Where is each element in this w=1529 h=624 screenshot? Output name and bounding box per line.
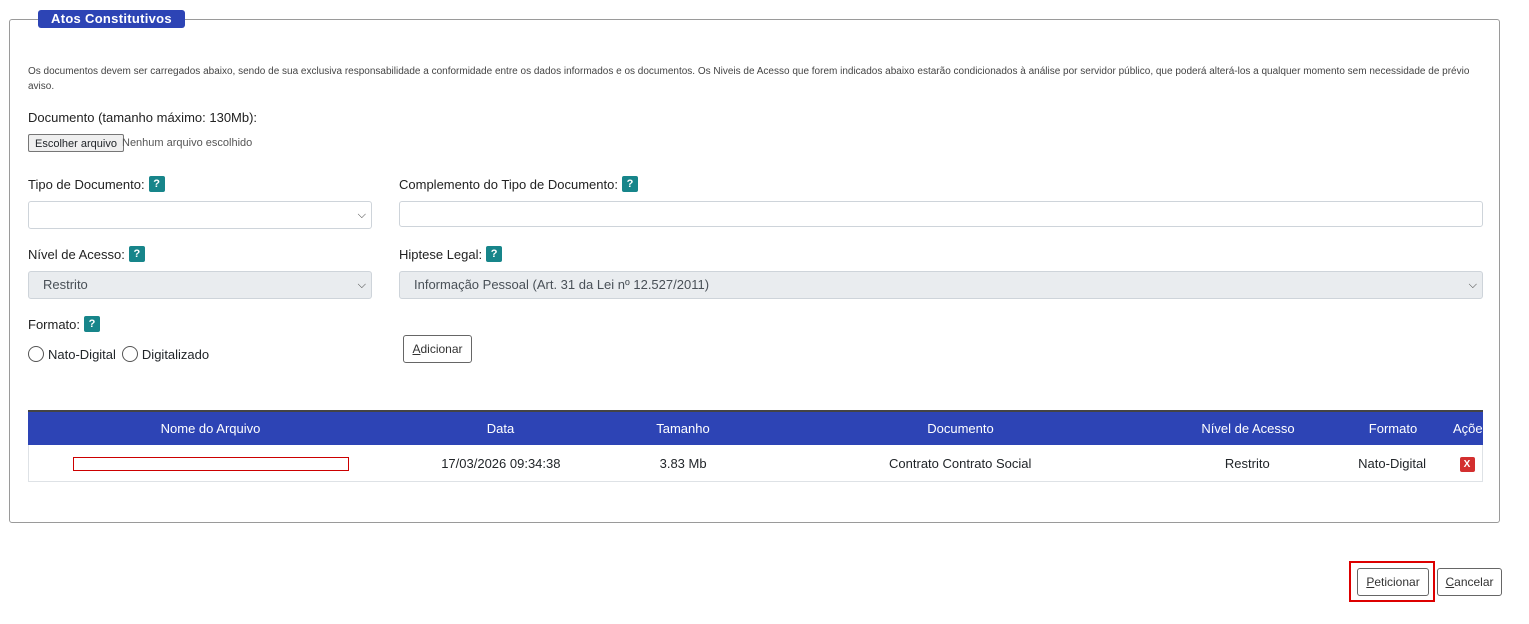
adicionar-label: dicionar xyxy=(420,342,463,356)
header-nivel: Nível de Acesso xyxy=(1201,421,1295,436)
cell-nivel: Restrito xyxy=(1224,455,1270,471)
complemento-label-text: Complemento do Tipo de Documento: xyxy=(399,176,618,192)
chevron-down-icon: ⌵ xyxy=(1468,279,1477,291)
upload-label: Documento (tamanho máximo: 130Mb): xyxy=(28,110,257,125)
nivel-acesso-value: Restrito xyxy=(43,277,88,292)
hipotese-legal-value: Informação Pessoal (Art. 31 da Lei nº 12… xyxy=(414,277,710,292)
formato-label-text: Formato: xyxy=(28,316,81,332)
nato-digital-label: Nato-Digital xyxy=(48,346,116,362)
nivel-acesso-label-text: Nível de Acesso: xyxy=(28,246,125,262)
file-status: Nenhum arquivo escolhido xyxy=(122,137,253,149)
nivel-acesso-select[interactable]: Restrito ⌵ xyxy=(28,271,372,299)
hipotese-legal-label: Hiptese Legal: ? xyxy=(399,246,503,262)
documents-table: Nome do Arquivo Data Tamanho Documento N… xyxy=(28,410,1490,482)
tipo-documento-label: Tipo de Documento: ? xyxy=(28,176,165,192)
cell-documento: Contrato Contrato Social xyxy=(889,455,1032,471)
digitalizado-label: Digitalizado xyxy=(141,346,210,362)
cell-data: 17/03/2026 09:34:38 xyxy=(441,455,561,471)
hipotese-legal-label-text: Hiptese Legal: xyxy=(399,246,483,262)
help-icon[interactable]: ? xyxy=(621,176,638,192)
nivel-acesso-label: Nível de Acesso: ? xyxy=(28,246,145,262)
adicionar-button[interactable]: Adicionar xyxy=(403,335,472,363)
notice-text: Os documentos devem ser carregados abaix… xyxy=(28,66,1470,92)
formato-label: Formato: ? xyxy=(28,316,101,332)
header-documento: Documento xyxy=(927,421,994,436)
complemento-label: Complemento do Tipo de Documento: ? xyxy=(399,176,638,192)
chevron-down-icon: ⌵ xyxy=(357,209,366,221)
cancelar-button[interactable]: Cancelar xyxy=(1437,568,1502,596)
choose-file-button[interactable]: Escolher arquivo xyxy=(28,134,124,152)
help-icon[interactable]: ? xyxy=(128,246,145,262)
complemento-input[interactable] xyxy=(399,201,1483,227)
nato-digital-radio[interactable] xyxy=(28,346,44,362)
help-icon[interactable]: ? xyxy=(84,316,101,332)
upload-label-text: Documento (tamanho máximo: 130Mb): xyxy=(28,110,258,125)
cancelar-accesskey: C xyxy=(1445,575,1455,589)
formato-radio-group: Nato-Digital Digitalizado xyxy=(28,346,209,362)
help-icon[interactable]: ? xyxy=(148,176,165,192)
help-icon[interactable]: ? xyxy=(486,246,503,262)
table-header: Nome do Arquivo Data Tamanho Documento N… xyxy=(28,412,1490,445)
delete-icon[interactable]: X xyxy=(1459,456,1475,472)
table-row: 17/03/2026 09:34:38 3.83 Mb Contrato Con… xyxy=(28,445,1483,482)
header-formato: Formato xyxy=(1368,421,1418,436)
chevron-down-icon: ⌵ xyxy=(357,279,366,291)
cell-tamanho: 3.83 Mb xyxy=(659,455,707,471)
cell-acoes: X xyxy=(1452,455,1482,472)
cancelar-label: ancelar xyxy=(1454,575,1494,589)
header-acoes: Ações xyxy=(1453,421,1490,436)
tipo-documento-label-text: Tipo de Documento: xyxy=(28,176,145,192)
peticionar-highlight xyxy=(1349,561,1435,602)
tipo-documento-select[interactable]: ⌵ xyxy=(28,201,372,229)
header-nome: Nome do Arquivo xyxy=(160,421,261,436)
header-tamanho: Tamanho xyxy=(656,421,710,436)
section-legend: Atos Constitutivos xyxy=(38,10,185,28)
header-data: Data xyxy=(486,421,515,436)
cell-formato: Nato-Digital xyxy=(1358,455,1427,471)
redacted-filename xyxy=(73,456,350,471)
hipotese-legal-select[interactable]: Informação Pessoal (Art. 31 da Lei nº 12… xyxy=(399,271,1483,299)
cell-nome xyxy=(29,455,394,471)
digitalizado-radio[interactable] xyxy=(121,346,138,362)
